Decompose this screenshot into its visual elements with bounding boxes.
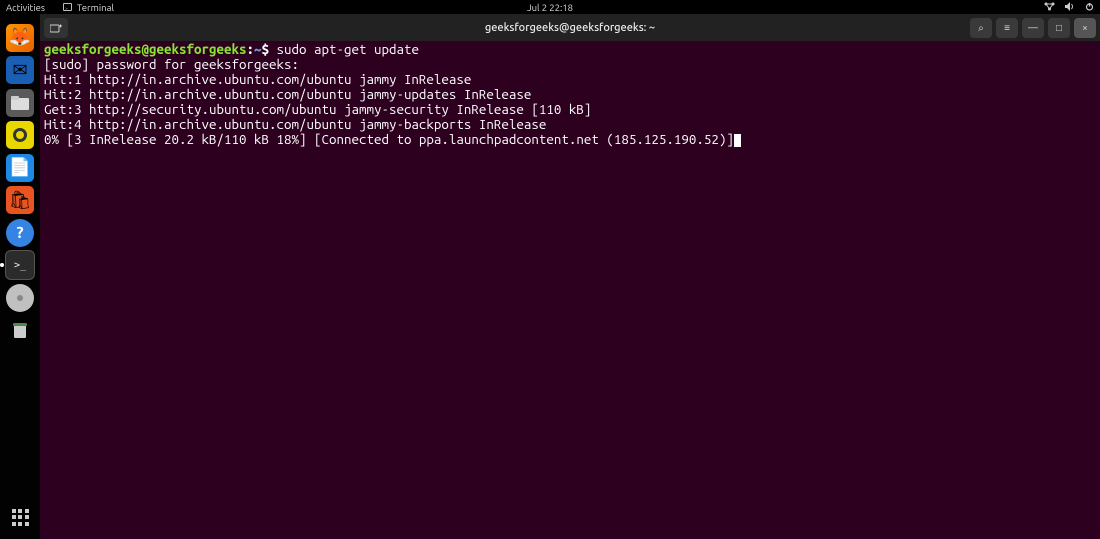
command-text: sudo apt-get update xyxy=(276,42,418,57)
cursor xyxy=(734,134,741,147)
dock-terminal[interactable]: >_ xyxy=(6,251,34,279)
maximize-button[interactable]: □ xyxy=(1048,18,1070,38)
app-menu-label: Terminal xyxy=(77,2,114,13)
close-button[interactable]: × xyxy=(1074,18,1096,38)
terminal-header-bar: geeksforgeeks@geeksforgeeks: ~ ⌕ ≡ — □ × xyxy=(40,14,1100,41)
power-icon xyxy=(1085,2,1094,13)
dock-rhythmbox[interactable] xyxy=(6,121,34,149)
minimize-button[interactable]: — xyxy=(1022,18,1044,38)
terminal-window: geeksforgeeks@geeksforgeeks: ~ ⌕ ≡ — □ ×… xyxy=(40,14,1100,539)
clock[interactable]: Jul 2 22:18 xyxy=(527,2,573,13)
prompt-colon: : xyxy=(246,42,254,57)
status-area[interactable] xyxy=(1044,2,1094,13)
dock-software[interactable]: 🛍 xyxy=(6,186,34,214)
dock: 🦊 ✉ 📄 🛍? >_ xyxy=(0,14,40,539)
activities-button[interactable]: Activities xyxy=(6,2,45,13)
new-tab-icon xyxy=(50,23,62,33)
dock-libreoffice-writer[interactable]: 📄 xyxy=(6,154,34,182)
terminal-output: [sudo] password for geeksforgeeks: Hit:1… xyxy=(44,57,734,147)
new-tab-button[interactable] xyxy=(44,18,68,38)
dock-firefox[interactable]: 🦊 xyxy=(6,24,34,52)
menu-button[interactable]: ≡ xyxy=(996,18,1018,38)
prompt-user: geeksforgeeks@geeksforgeeks xyxy=(44,42,246,57)
dock-help[interactable]: ? xyxy=(6,219,34,247)
prompt-dollar: $ xyxy=(261,42,276,57)
apps-grid-icon xyxy=(12,509,29,526)
show-applications-button[interactable] xyxy=(6,503,34,531)
search-button[interactable]: ⌕ xyxy=(970,18,992,38)
volume-icon xyxy=(1065,2,1075,13)
dock-files[interactable] xyxy=(6,89,34,117)
dock-thunderbird[interactable]: ✉ xyxy=(6,56,34,84)
app-menu[interactable]: > Terminal xyxy=(63,2,114,13)
system-topbar: Activities > Terminal Jul 2 22:18 xyxy=(0,0,1100,14)
terminal-small-icon: > xyxy=(63,3,72,11)
terminal-body[interactable]: geeksforgeeks@geeksforgeeks:~$ sudo apt-… xyxy=(40,41,1100,539)
network-icon xyxy=(1044,2,1055,13)
terminal-title: geeksforgeeks@geeksforgeeks: ~ xyxy=(485,22,655,34)
dock-trash[interactable] xyxy=(6,316,34,344)
dock-disc[interactable] xyxy=(6,284,34,312)
